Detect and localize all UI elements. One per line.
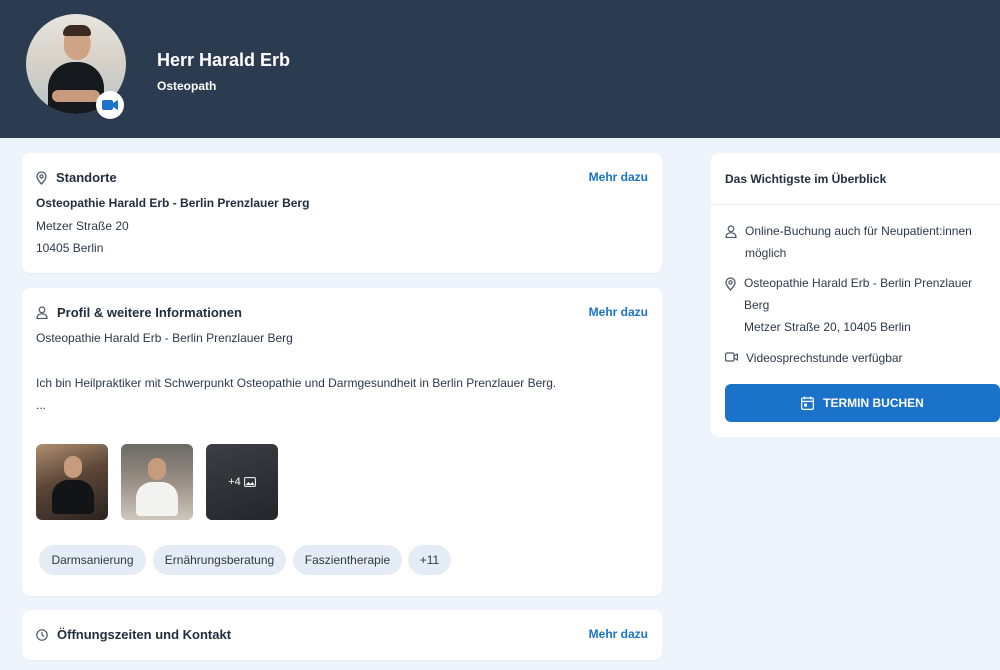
overview-booking-item: Online-Buchung auch für Neupatient:innen…: [725, 220, 995, 264]
divider: [711, 204, 1000, 205]
locations-card: Standorte Mehr dazu Osteopathie Harald E…: [22, 153, 662, 273]
overview-panel: Das Wichtigste im Überblick Online-Buchu…: [711, 153, 1000, 437]
hours-heading: Öffnungszeiten und Kontakt: [36, 627, 231, 642]
profile-bio-ellipsis: ...: [36, 398, 47, 412]
location-pin-icon: [725, 277, 736, 291]
doctor-role: Osteopath: [157, 79, 217, 93]
more-photos-thumbnail[interactable]: +4: [206, 444, 278, 520]
location-pin-icon: [36, 170, 47, 185]
hours-more-link[interactable]: Mehr dazu: [589, 627, 648, 641]
profile-practice-name: Osteopathie Harald Erb - Berlin Prenzlau…: [36, 331, 293, 345]
overview-video-item: Videosprechstunde verfügbar: [725, 347, 995, 369]
video-icon: [96, 91, 124, 119]
profile-more-link[interactable]: Mehr dazu: [589, 305, 648, 319]
locations-heading: Standorte: [36, 170, 117, 185]
person-icon: [36, 306, 48, 319]
location-street: Metzer Straße 20: [36, 219, 129, 233]
photo-thumbnail[interactable]: [36, 444, 108, 520]
tag-faszientherapie[interactable]: Faszientherapie: [293, 545, 402, 575]
location-practice-name: Osteopathie Harald Erb - Berlin Prenzlau…: [36, 196, 310, 210]
tag-ernaehrungsberatung[interactable]: Ernährungsberatung: [153, 545, 286, 575]
profile-heading: Profil & weitere Informationen: [36, 305, 242, 320]
tag-darmsanierung[interactable]: Darmsanierung: [39, 545, 146, 575]
doctor-name: Herr Harald Erb: [157, 50, 291, 70]
book-appointment-button[interactable]: TERMIN BUCHEN: [725, 384, 1000, 422]
overview-title: Das Wichtigste im Überblick: [725, 172, 887, 186]
hours-card: Öffnungszeiten und Kontakt Mehr dazu: [22, 610, 662, 660]
photo-thumbnail[interactable]: [121, 444, 193, 520]
person-icon: [725, 225, 737, 238]
profile-card: Profil & weitere Informationen Mehr dazu…: [22, 288, 662, 596]
image-icon: [243, 477, 256, 487]
clock-icon: [36, 628, 48, 641]
locations-more-link[interactable]: Mehr dazu: [589, 170, 648, 184]
profile-header: Herr Harald Erb Osteopath: [0, 0, 1000, 138]
profile-bio: Ich bin Heilpraktiker mit Schwerpunkt Os…: [36, 376, 557, 390]
video-camera-icon: [725, 352, 738, 362]
tag-more[interactable]: +11: [408, 545, 451, 575]
overview-location-item: Osteopathie Harald Erb - Berlin Prenzlau…: [725, 272, 995, 338]
calendar-icon: [801, 396, 815, 410]
location-city: 10405 Berlin: [36, 241, 104, 255]
more-photos-count: +4: [228, 476, 241, 488]
